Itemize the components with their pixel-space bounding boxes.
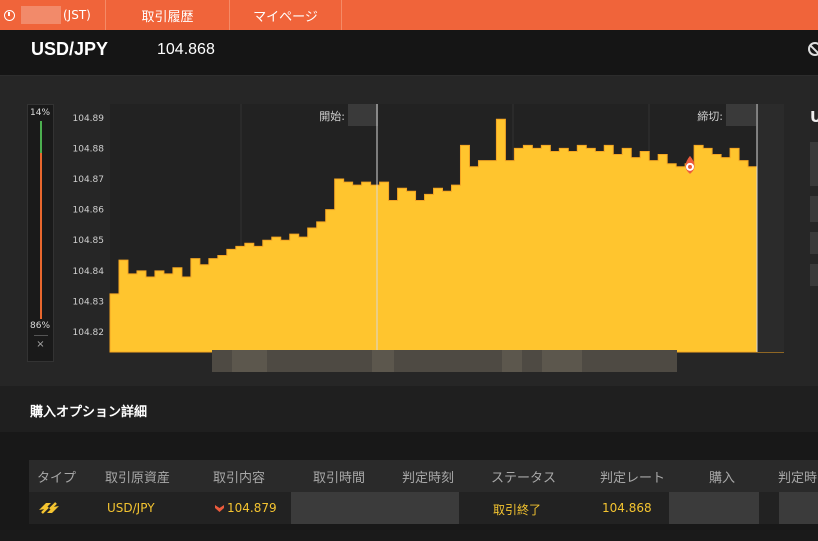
y-tick-label: 104.88 (73, 144, 105, 154)
trade-panel-label: U (810, 108, 818, 126)
trade-panel-block[interactable] (810, 196, 818, 222)
options-table: タイプ 取引原資産 取引内容 取引時間 判定時刻 ステータス 判定レート 購入 … (0, 432, 818, 541)
y-tick-label: 104.84 (73, 267, 105, 277)
clock-timezone: (JST) (63, 8, 91, 22)
col-judge-time: 判定時刻 (402, 471, 455, 486)
pair-symbol: USD/JPY (31, 39, 109, 59)
close-icon[interactable]: × (28, 339, 53, 350)
detail-title: 購入オプション詳細 (30, 405, 148, 420)
row-status: 取引終了 (493, 503, 542, 517)
high-low-icon (39, 502, 59, 514)
low-arrow-icon (215, 505, 224, 512)
tab-my-page[interactable]: マイページ (230, 0, 342, 30)
ratio-high-bar (40, 121, 42, 153)
start-label: 開始: (319, 109, 345, 123)
y-tick-label: 104.83 (73, 297, 105, 307)
col-judge-rate: 判定レート (600, 471, 666, 486)
redacted-x-axis (212, 350, 677, 372)
trade-panel-block[interactable] (810, 264, 818, 286)
detail-header: 購入オプション詳細 (0, 386, 818, 432)
col-status: ステータス (491, 471, 557, 486)
table-row[interactable]: USD/JPY 104.879 取引終了 104.868 (29, 492, 818, 524)
row-content: 104.879 (215, 501, 277, 515)
ratio-bottom-percent: 86% (30, 321, 51, 331)
ratio-top-percent: 14% (30, 108, 51, 118)
footer-strip (0, 530, 818, 541)
y-tick-label: 104.86 (73, 206, 105, 216)
ratio-gauge: 14% 86% × (27, 104, 54, 362)
current-price: 104.868 (157, 41, 215, 58)
col-type: タイプ (37, 471, 77, 486)
y-tick-label: 104.82 (73, 328, 105, 338)
end-label-bg (726, 104, 756, 126)
server-clock: (JST) (0, 0, 106, 30)
ratio-low-bar (40, 153, 42, 319)
row-asset: USD/JPY (107, 501, 155, 515)
redacted-purchase (669, 492, 759, 524)
col-trade-time: 取引時間 (313, 471, 366, 486)
clock-icon (4, 9, 15, 21)
col-content: 取引内容 (213, 471, 266, 486)
y-tick-label: 104.85 (73, 236, 105, 246)
start-label-bg (348, 104, 378, 126)
after-end-hatch (757, 104, 784, 352)
end-label: 締切: (697, 109, 723, 123)
row-judge-rate: 104.868 (602, 501, 652, 515)
ban-icon[interactable] (808, 42, 818, 56)
y-axis-ticks: 104.89 104.88 104.87 104.86 104.85 104.84 104.… (73, 114, 105, 338)
col-purchase: 購入 (709, 471, 736, 486)
table-header: タイプ 取引原資産 取引内容 取引時間 判定時刻 ステータス 判定レート 購入 … (29, 460, 818, 492)
tab-trade-history[interactable]: 取引履歴 (106, 0, 230, 30)
col-judge-extra: 判定時 (778, 471, 818, 486)
col-asset: 取引原資産 (105, 471, 171, 486)
price-chart[interactable]: 104.89 104.88 104.87 104.86 104.85 104.84 104.… (62, 104, 784, 354)
ratio-divider (34, 335, 48, 336)
entry-marker-dot (688, 164, 692, 169)
y-tick-label: 104.87 (73, 175, 105, 185)
redacted-judge-extra (779, 492, 818, 524)
redacted-trade-time (291, 492, 459, 524)
trade-panel-block[interactable] (810, 232, 818, 254)
row-content-rate: 104.879 (227, 501, 277, 515)
redacted-time (21, 6, 61, 24)
trade-panel-block[interactable] (810, 142, 818, 186)
pair-header: USD/JPY 104.868 (0, 30, 818, 76)
top-nav: (JST) 取引履歴 マイページ (0, 0, 818, 30)
y-tick-label: 104.89 (73, 114, 105, 124)
